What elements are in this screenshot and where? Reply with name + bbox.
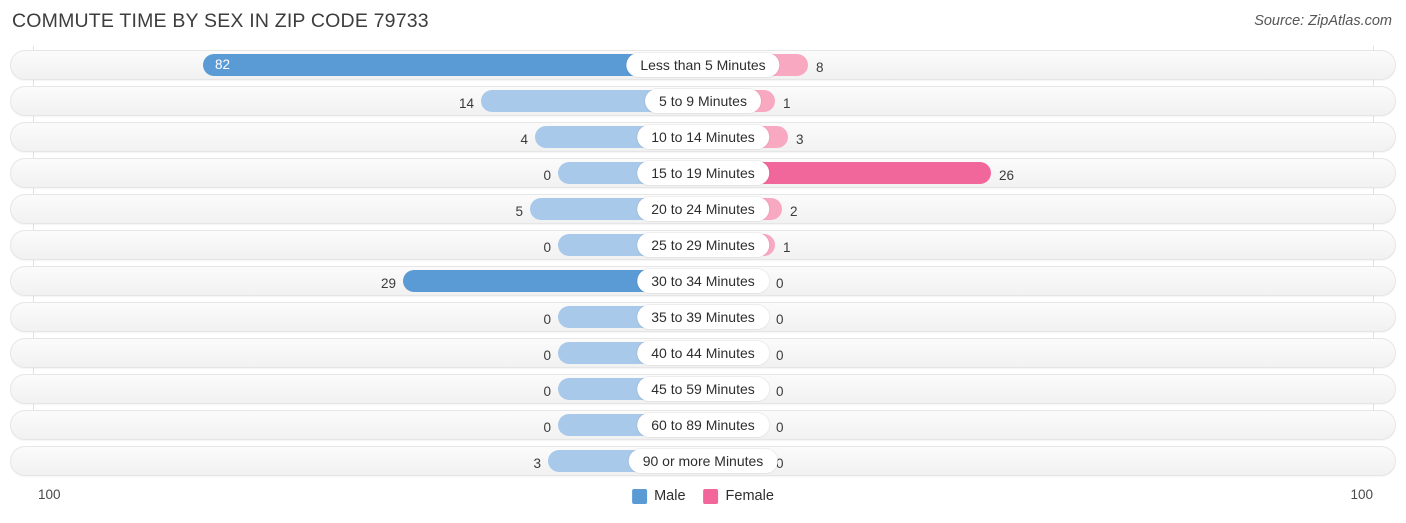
- category-label: 5 to 9 Minutes: [645, 89, 761, 113]
- female-value-label: 1: [783, 96, 791, 111]
- female-bar-group: 0: [703, 414, 1396, 436]
- table-row[interactable]: 0 26 15 to 19 Minutes: [10, 158, 1396, 188]
- legend-label: Female: [725, 488, 774, 504]
- female-bar-group: 2: [703, 198, 1396, 220]
- male-value-label: 4: [520, 132, 528, 147]
- female-value-label: 0: [776, 384, 784, 399]
- female-bar-group: 0: [703, 378, 1396, 400]
- page-title: COMMUTE TIME BY SEX IN ZIP CODE 79733: [12, 10, 429, 32]
- category-label: 45 to 59 Minutes: [637, 377, 769, 401]
- table-row[interactable]: 0 0 40 to 44 Minutes: [10, 338, 1396, 368]
- table-row[interactable]: 0 1 25 to 29 Minutes: [10, 230, 1396, 260]
- male-bar-group: 0: [10, 306, 703, 328]
- chart-legend: Male Female: [632, 488, 774, 504]
- category-label: 10 to 14 Minutes: [637, 125, 769, 149]
- male-bar-group: 82: [10, 54, 703, 76]
- male-value-label: 29: [380, 276, 396, 291]
- legend-swatch-icon: [632, 488, 648, 504]
- female-value-label: 8: [816, 60, 824, 75]
- chart-rows: 82 8 Less than 5 Minutes 14 1 5 to 9 Minutes 4…: [10, 50, 1396, 482]
- chart-footer: 100 100 Male Female: [0, 483, 1406, 523]
- male-value-label: 0: [543, 384, 551, 399]
- axis-label-right: 100: [1350, 487, 1373, 502]
- category-label: 30 to 34 Minutes: [637, 269, 769, 293]
- male-value-label: 0: [543, 348, 551, 363]
- female-bar-group: 3: [703, 126, 1396, 148]
- male-value-label: 0: [543, 312, 551, 327]
- female-value-label: 0: [776, 420, 784, 435]
- female-bar-group: 26: [703, 162, 1396, 184]
- female-bar-group: 0: [703, 306, 1396, 328]
- female-value-label: 2: [790, 204, 798, 219]
- legend-item-male[interactable]: Male: [632, 488, 686, 504]
- male-value-label: 0: [543, 240, 551, 255]
- female-bar-group: 0: [703, 342, 1396, 364]
- category-label: 40 to 44 Minutes: [637, 341, 769, 365]
- chart-page: COMMUTE TIME BY SEX IN ZIP CODE 79733 So…: [0, 0, 1406, 523]
- table-row[interactable]: 0 0 60 to 89 Minutes: [10, 410, 1396, 440]
- legend-label: Male: [654, 488, 686, 504]
- axis-label-left: 100: [38, 487, 61, 502]
- category-label: 15 to 19 Minutes: [637, 161, 769, 185]
- female-value-label: 26: [999, 168, 1015, 183]
- male-bar-group: 4: [10, 126, 703, 148]
- male-value-label: 5: [515, 204, 523, 219]
- female-bar-group: 0: [703, 270, 1396, 292]
- female-bar-group: 1: [703, 90, 1396, 112]
- male-bar-group: 5: [10, 198, 703, 220]
- female-bar-group: 0: [703, 450, 1396, 472]
- category-label: 35 to 39 Minutes: [637, 305, 769, 329]
- male-value-label: 3: [533, 456, 541, 471]
- female-bar-group: 1: [703, 234, 1396, 256]
- male-bar-group: 0: [10, 378, 703, 400]
- category-label: 60 to 89 Minutes: [637, 413, 769, 437]
- table-row[interactable]: 4 3 10 to 14 Minutes: [10, 122, 1396, 152]
- male-value-label: 82: [215, 57, 231, 72]
- table-row[interactable]: 3 0 90 or more Minutes: [10, 446, 1396, 476]
- category-label: 20 to 24 Minutes: [637, 197, 769, 221]
- table-row[interactable]: 5 2 20 to 24 Minutes: [10, 194, 1396, 224]
- table-row[interactable]: 14 1 5 to 9 Minutes: [10, 86, 1396, 116]
- male-bar-group: 0: [10, 342, 703, 364]
- male-value-label: 0: [543, 420, 551, 435]
- male-bar-group: 0: [10, 414, 703, 436]
- male-bar-group: 0: [10, 162, 703, 184]
- male-bar-group: 0: [10, 234, 703, 256]
- table-row[interactable]: 0 0 35 to 39 Minutes: [10, 302, 1396, 332]
- table-row[interactable]: 0 0 45 to 59 Minutes: [10, 374, 1396, 404]
- male-value-label: 14: [458, 96, 474, 111]
- source-attribution: Source: ZipAtlas.com: [1254, 13, 1392, 29]
- table-row[interactable]: 82 8 Less than 5 Minutes: [10, 50, 1396, 80]
- category-label: 90 or more Minutes: [628, 449, 778, 473]
- female-value-label: 0: [776, 312, 784, 327]
- table-row[interactable]: 29 0 30 to 34 Minutes: [10, 266, 1396, 296]
- female-value-label: 0: [776, 348, 784, 363]
- male-bar-group: 3: [10, 450, 703, 472]
- category-label: 25 to 29 Minutes: [637, 233, 769, 257]
- male-value-label: 0: [543, 168, 551, 183]
- female-value-label: 3: [796, 132, 804, 147]
- male-bar-group: 29: [10, 270, 703, 292]
- category-label: Less than 5 Minutes: [626, 53, 780, 77]
- chart-header: COMMUTE TIME BY SEX IN ZIP CODE 79733 So…: [0, 0, 1406, 46]
- legend-item-female[interactable]: Female: [703, 488, 774, 504]
- female-value-label: 1: [783, 240, 791, 255]
- chart-plot-area: 82 8 Less than 5 Minutes 14 1 5 to 9 Minutes 4…: [0, 46, 1406, 483]
- female-bar-group: 8: [703, 54, 1396, 76]
- female-value-label: 0: [776, 276, 784, 291]
- male-bar-group: 14: [10, 90, 703, 112]
- legend-swatch-icon: [703, 488, 719, 504]
